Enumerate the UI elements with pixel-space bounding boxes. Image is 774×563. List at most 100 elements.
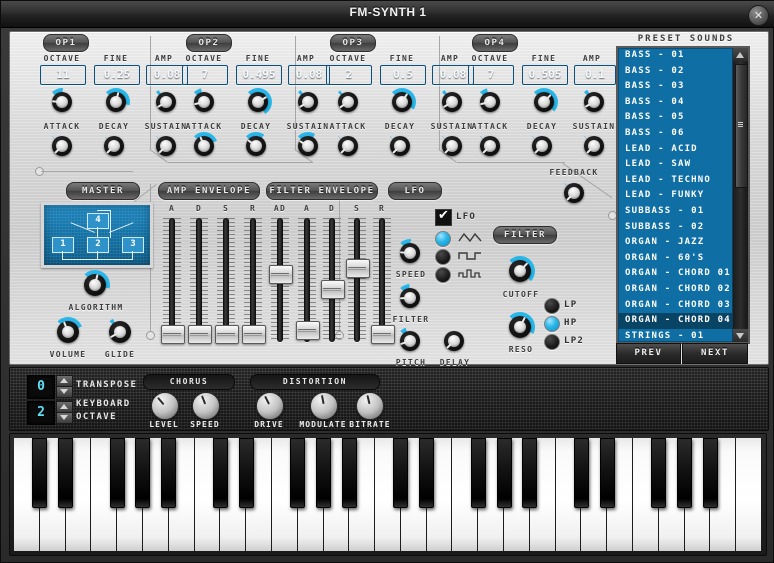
op1-amp-knob[interactable]	[152, 88, 180, 116]
op3-attack-knob[interactable]	[334, 132, 362, 160]
op2-octave-value[interactable]: 7	[182, 65, 228, 85]
op1-sustain-knob[interactable]	[152, 132, 180, 160]
algorithm-knob[interactable]	[80, 270, 110, 300]
op4-octave-value[interactable]: 7	[468, 65, 514, 85]
op4-octave-knob[interactable]	[476, 88, 504, 116]
op2-amp-value[interactable]: 0.08	[288, 65, 330, 85]
preset-prev-button[interactable]: PREV	[616, 343, 681, 364]
op2-octave-knob[interactable]	[190, 88, 218, 116]
keyboard-octave-value[interactable]: 2	[27, 401, 55, 425]
op1-fine-value[interactable]: 0.25	[94, 65, 140, 85]
scroll-up-arrow-icon[interactable]	[733, 48, 748, 61]
slider-thumb[interactable]	[215, 325, 239, 344]
op1-octave-knob[interactable]	[48, 88, 76, 116]
preset-list[interactable]: BASS - 01 BASS - 02 BASS - 03 BASS - 04 BASS…	[616, 46, 750, 344]
slider-thumb[interactable]	[346, 259, 370, 278]
black-key[interactable]	[316, 438, 332, 509]
lfo-enable-checkbox[interactable]	[435, 208, 452, 226]
lfo-speed-knob[interactable]	[396, 239, 424, 267]
filter-env-slider-a[interactable]	[296, 218, 320, 342]
lfo-delay-knob[interactable]	[440, 327, 468, 355]
op3-sustain-knob[interactable]	[438, 132, 466, 160]
op2-fine-knob[interactable]	[244, 88, 272, 116]
algorithm-display[interactable]: 4 1 2 3	[41, 202, 153, 268]
preset-next-button[interactable]: NEXT	[682, 343, 748, 364]
preset-scrollbar[interactable]	[732, 48, 748, 342]
piano-keyboard[interactable]	[9, 433, 767, 556]
distortion-bitrate-knob[interactable]	[356, 392, 384, 420]
cutoff-knob[interactable]	[505, 256, 535, 286]
op2-sustain-knob[interactable]	[294, 132, 322, 160]
slider-thumb[interactable]	[296, 321, 320, 340]
preset-list-item[interactable]: BASS - 06	[618, 126, 733, 142]
scroll-down-arrow-icon[interactable]	[733, 329, 748, 342]
distortion-drive-knob[interactable]	[256, 392, 284, 420]
black-key[interactable]	[522, 438, 538, 509]
filter-env-slider-s[interactable]	[346, 218, 370, 342]
lfo-waveform-pulse-radio[interactable]	[435, 267, 451, 283]
filter-mode-lp-radio[interactable]	[544, 298, 560, 314]
slider-thumb[interactable]	[188, 325, 212, 344]
preset-list-item[interactable]: ORGAN - CHORD 04	[618, 313, 733, 329]
op2-amp-knob[interactable]	[294, 88, 322, 116]
black-key[interactable]	[161, 438, 177, 509]
black-key[interactable]	[238, 438, 254, 509]
op2-attack-knob[interactable]	[190, 132, 218, 160]
op3-fine-value[interactable]: 0.5	[380, 65, 426, 85]
amp-env-slider-r[interactable]	[242, 218, 266, 344]
slider-thumb[interactable]	[242, 325, 266, 344]
op1-fine-knob[interactable]	[102, 88, 130, 116]
preset-list-item[interactable]: BASS - 03	[618, 79, 733, 95]
preset-list-item[interactable]: LEAD - SAW	[618, 157, 733, 173]
black-key[interactable]	[393, 438, 409, 509]
op4-attack-knob[interactable]	[476, 132, 504, 160]
preset-list-item[interactable]: ORGAN - CHORD 02	[618, 282, 733, 298]
preset-list-item[interactable]: SUBBASS - 02	[618, 220, 733, 236]
scrollbar-thumb[interactable]	[735, 64, 748, 188]
op2-decay-knob[interactable]	[242, 132, 270, 160]
black-key[interactable]	[212, 438, 228, 509]
transpose-down-button[interactable]	[56, 386, 73, 398]
lfo-waveform-triangle-radio[interactable]	[435, 231, 451, 247]
preset-list-body[interactable]: BASS - 01 BASS - 02 BASS - 03 BASS - 04 BASS…	[618, 48, 733, 342]
op4-fine-value[interactable]: 0.505	[522, 65, 568, 85]
lfo-waveform-square-radio[interactable]	[435, 249, 451, 265]
slider-thumb[interactable]	[321, 280, 345, 299]
glide-knob[interactable]	[105, 317, 135, 347]
lfo-pitch-knob[interactable]	[396, 327, 424, 355]
preset-list-item[interactable]: SUBBASS - 01	[618, 204, 733, 220]
op2-fine-value[interactable]: 0.495	[236, 65, 282, 85]
preset-list-item[interactable]: BASS - 04	[618, 95, 733, 111]
transpose-value[interactable]: 0	[27, 375, 55, 399]
op3-octave-knob[interactable]	[334, 88, 362, 116]
slider-thumb[interactable]	[371, 325, 395, 344]
op3-octave-value[interactable]: 2	[326, 65, 372, 85]
preset-list-item[interactable]: BASS - 05	[618, 110, 733, 126]
op4-sustain-knob[interactable]	[580, 132, 608, 160]
reso-knob[interactable]	[505, 312, 535, 342]
black-key[interactable]	[58, 438, 74, 509]
black-key[interactable]	[599, 438, 615, 509]
preset-list-item[interactable]: ORGAN - CHORD 03	[618, 298, 733, 314]
black-key[interactable]	[573, 438, 589, 509]
chorus-level-knob[interactable]	[151, 392, 179, 420]
preset-list-item[interactable]: BASS - 01	[618, 48, 733, 64]
close-icon[interactable]	[748, 5, 769, 26]
black-key[interactable]	[651, 438, 667, 509]
preset-list-item[interactable]: ORGAN - 60'S	[618, 251, 733, 267]
preset-list-item[interactable]: LEAD - ACID	[618, 142, 733, 158]
filter-mode-lp2-radio[interactable]	[544, 334, 560, 350]
black-key[interactable]	[135, 438, 151, 509]
white-key[interactable]	[736, 438, 762, 551]
preset-list-item[interactable]: ORGAN - CHORD 01	[618, 266, 733, 282]
black-key[interactable]	[470, 438, 486, 509]
op4-fine-knob[interactable]	[530, 88, 558, 116]
black-key[interactable]	[290, 438, 306, 509]
op4-amp-knob[interactable]	[580, 88, 608, 116]
amp-env-slider-a[interactable]	[161, 218, 185, 344]
preset-list-item[interactable]: LEAD - FUNKY	[618, 188, 733, 204]
op3-decay-knob[interactable]	[386, 132, 414, 160]
piano-keys[interactable]	[14, 438, 762, 551]
feedback-knob[interactable]	[560, 179, 588, 207]
volume-knob[interactable]	[53, 317, 83, 347]
